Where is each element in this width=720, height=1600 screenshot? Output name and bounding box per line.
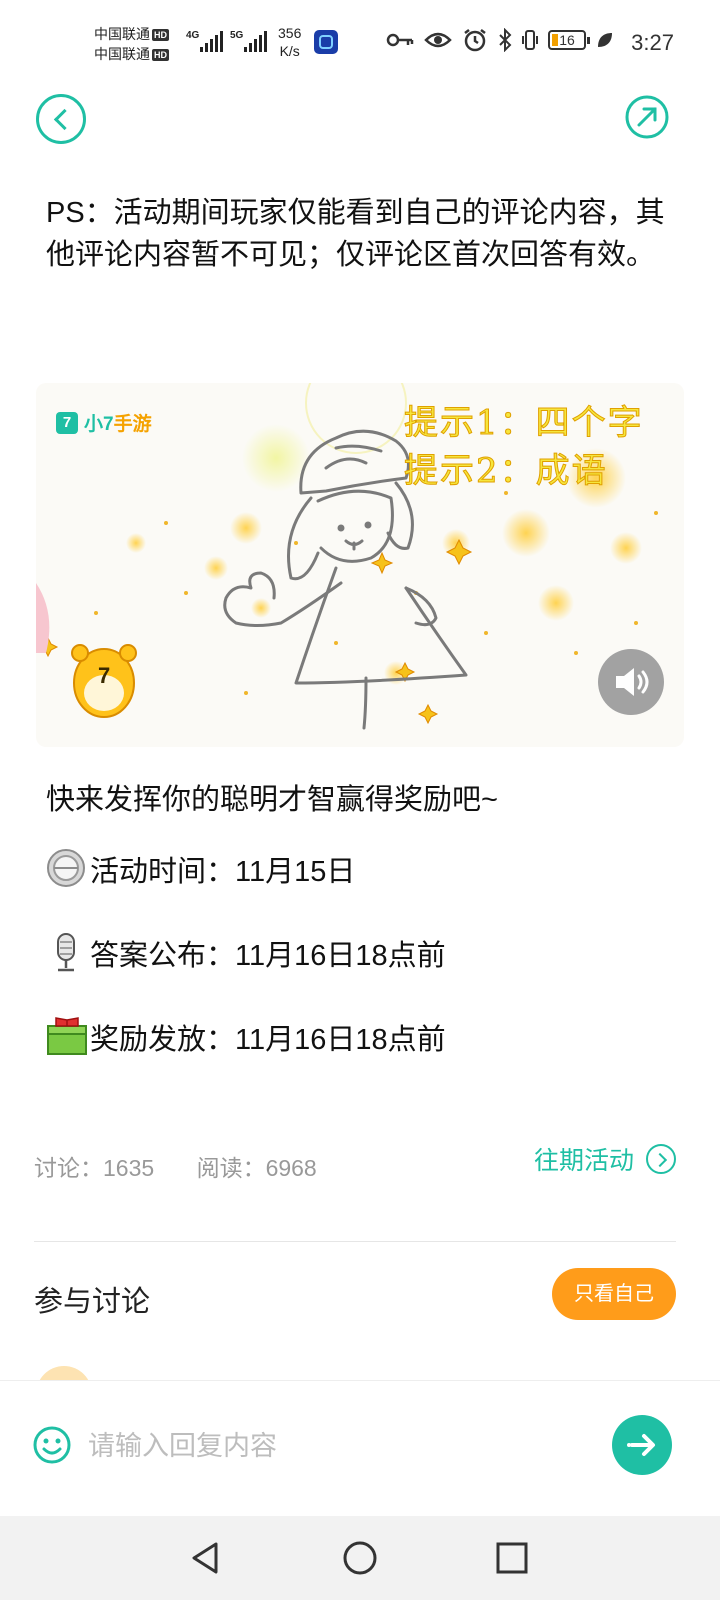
hint-1: 提示1：四个字 bbox=[404, 403, 644, 444]
network-speed: 356 K/s bbox=[278, 24, 301, 60]
battery-icon: 16 bbox=[548, 30, 590, 50]
nav-home-icon[interactable] bbox=[338, 1536, 382, 1580]
hd-badge: HD bbox=[152, 29, 169, 42]
info-label: 活动时间：11月15日 bbox=[90, 856, 356, 888]
clock-icon bbox=[47, 849, 85, 887]
carrier-info: 中国联通 HD 中国联通 HD bbox=[94, 24, 169, 64]
speed-unit: K/s bbox=[279, 43, 300, 59]
vibrate-icon bbox=[522, 30, 538, 50]
hint-2: 提示2：成语 bbox=[404, 451, 608, 492]
send-button[interactable] bbox=[612, 1415, 672, 1475]
nav-back-icon[interactable] bbox=[184, 1536, 228, 1580]
eye-icon bbox=[424, 32, 452, 48]
post-video[interactable]: 7 7 小7 手游 提示1：四个字 提示2：成语 bbox=[36, 383, 684, 747]
nav-recents-icon[interactable] bbox=[490, 1536, 534, 1580]
signal-icon bbox=[200, 30, 223, 52]
bluetooth-icon bbox=[499, 28, 512, 52]
carrier-1: 中国联通 bbox=[94, 26, 150, 42]
reply-bar bbox=[0, 1380, 720, 1516]
app-notification-icon bbox=[314, 30, 338, 54]
status-bar: 中国联通 HD 中国联通 HD 4G 5G 356 K/s 16 3:27 bbox=[0, 0, 720, 88]
past-activities-link[interactable]: 往期活动 bbox=[534, 1141, 676, 1177]
app-logo: 7 小7 手游 bbox=[56, 409, 152, 436]
leaf-icon bbox=[598, 33, 612, 47]
logo-text-orange: 手游 bbox=[113, 414, 152, 435]
network-4g-label: 4G bbox=[186, 30, 200, 41]
share-button[interactable] bbox=[624, 94, 670, 140]
system-nav-bar bbox=[0, 1516, 720, 1600]
post-notice-text: PS：活动期间玩家仅能看到自己的评论内容，其他评论内容暂不可见；仅评论区首次回答… bbox=[46, 197, 665, 271]
only-me-button[interactable]: 只看自己 bbox=[552, 1268, 676, 1320]
read-count: 阅读：6968 bbox=[196, 1155, 317, 1181]
system-icons: 16 bbox=[386, 28, 614, 52]
reply-input[interactable] bbox=[88, 1425, 588, 1467]
hd-badge: HD bbox=[152, 49, 169, 62]
divider bbox=[34, 1241, 676, 1242]
invite-text: 快来发挥你的聪明才智赢得奖励吧~ bbox=[46, 784, 498, 816]
alarm-icon bbox=[464, 29, 486, 52]
network-5g-label: 5G bbox=[230, 30, 244, 41]
chevron-right-circle-icon bbox=[646, 1144, 676, 1174]
emoji-button[interactable] bbox=[32, 1425, 72, 1465]
info-label: 答案公布：11月16日18点前 bbox=[90, 940, 446, 972]
discussion-title: 参与讨论 bbox=[34, 1286, 151, 1318]
post-stats: 讨论：1635 阅读：6968 bbox=[34, 1149, 353, 1183]
past-activities-label: 往期活动 bbox=[533, 1147, 634, 1175]
info-activity-time: 活动时间：11月15日 bbox=[46, 848, 355, 890]
key-icon bbox=[386, 33, 414, 47]
svg-text:7: 7 bbox=[98, 663, 110, 688]
clock-time: 3:27 bbox=[631, 30, 674, 55]
signal-icon bbox=[244, 30, 267, 52]
info-reward-release: 奖励发放：11月16日18点前 bbox=[46, 1016, 446, 1058]
discuss-count: 讨论：1635 bbox=[34, 1155, 155, 1181]
info-label: 奖励发放：11月16日18点前 bbox=[90, 1024, 446, 1056]
gift-icon bbox=[47, 1017, 87, 1055]
microphone-icon bbox=[57, 933, 75, 972]
back-button[interactable] bbox=[36, 94, 86, 144]
logo-badge: 7 bbox=[56, 411, 78, 434]
speaker-icon bbox=[616, 668, 649, 696]
arrow-right-icon bbox=[627, 1434, 655, 1456]
logo-text-green: 小7 bbox=[84, 414, 114, 435]
carrier-2: 中国联通 bbox=[94, 46, 150, 62]
sound-toggle-button[interactable] bbox=[598, 649, 664, 715]
speed-value: 356 bbox=[278, 25, 302, 41]
info-answer-release: 答案公布：11月16日18点前 bbox=[46, 932, 446, 974]
